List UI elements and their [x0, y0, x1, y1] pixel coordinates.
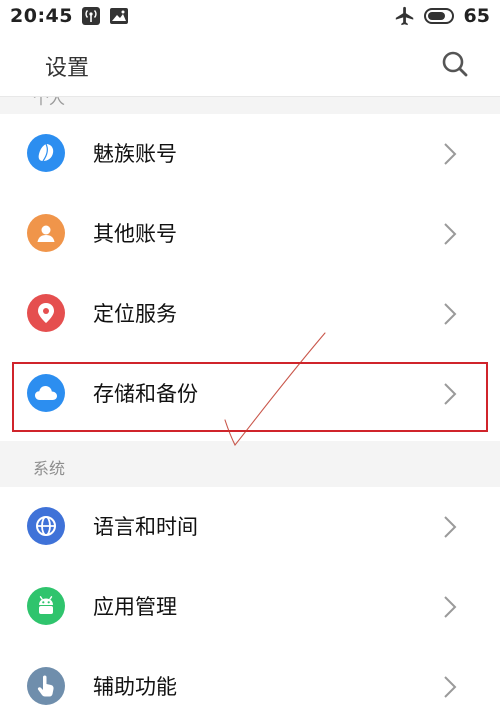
wifi-hotspot-icon — [81, 6, 101, 26]
section-header-system: 系统 — [0, 441, 500, 487]
chevron-right-icon — [444, 596, 457, 618]
chevron-right-icon — [444, 223, 457, 245]
section-header-label: 系统 — [33, 459, 66, 478]
chevron-right-icon — [444, 303, 457, 325]
list-item-flyme-account[interactable]: 魅族账号 — [0, 114, 500, 194]
list-item-label: 魅族账号 — [93, 142, 177, 166]
chevron-right-icon — [444, 516, 457, 538]
status-bar-right: 65 — [394, 5, 490, 27]
android-icon — [27, 587, 65, 625]
status-time: 20:45 — [10, 5, 73, 27]
image-notification-icon — [109, 7, 129, 25]
search-icon — [442, 51, 468, 77]
section-header-personal: 个人 — [0, 96, 500, 115]
chevron-right-icon — [444, 143, 457, 165]
list-item-label: 其他账号 — [93, 222, 177, 246]
list-item-label: 应用管理 — [93, 595, 177, 619]
settings-list-system: 语言和时间 应用管理 辅助功能 — [0, 487, 500, 711]
airplane-mode-icon — [394, 5, 416, 27]
section-header-label: 个人 — [33, 96, 66, 108]
hand-pointer-icon — [27, 667, 65, 705]
globe-icon — [27, 507, 65, 545]
list-item-app-management[interactable]: 应用管理 — [0, 567, 500, 647]
app-header: 设置 — [0, 32, 500, 96]
list-item-location-services[interactable]: 定位服务 — [0, 274, 500, 354]
settings-list-personal: 魅族账号 其他账号 定位服务 存储和备份 — [0, 114, 500, 434]
search-button[interactable] — [440, 49, 470, 79]
status-bar: 20:45 65 — [0, 0, 500, 32]
list-item-other-accounts[interactable]: 其他账号 — [0, 194, 500, 274]
settings-screen: 20:45 65 设置 个人 魅族账号 其他账号 定位服务 存储和备份 系统 语… — [0, 0, 500, 711]
chevron-right-icon — [444, 383, 457, 405]
status-bar-left: 20:45 — [10, 5, 129, 27]
list-item-label: 语言和时间 — [93, 515, 198, 539]
flyme-account-icon — [27, 134, 65, 172]
battery-icon — [423, 7, 456, 25]
cloud-icon — [27, 374, 65, 412]
chevron-right-icon — [444, 676, 457, 698]
page-title: 设置 — [45, 56, 90, 81]
battery-level: 65 — [463, 5, 490, 27]
location-pin-icon — [27, 294, 65, 332]
list-item-label: 存储和备份 — [93, 382, 198, 406]
person-icon — [27, 214, 65, 252]
list-item-label: 辅助功能 — [93, 675, 177, 699]
list-item-storage-backup[interactable]: 存储和备份 — [0, 354, 500, 434]
list-item-label: 定位服务 — [93, 302, 177, 326]
list-item-accessibility[interactable]: 辅助功能 — [0, 647, 500, 711]
list-item-language-time[interactable]: 语言和时间 — [0, 487, 500, 567]
